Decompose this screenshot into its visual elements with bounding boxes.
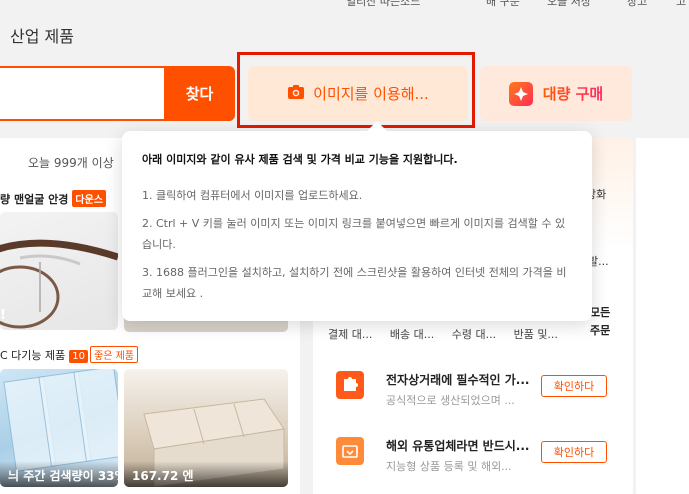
bulk-buy-icon <box>508 81 533 106</box>
tooltip-item: 1. 클릭하여 컴퓨터에서 이미지를 업로드하세요. <box>142 189 363 202</box>
bulk-buy-label: 대량 구매 <box>542 85 604 103</box>
tag-number: 10 <box>69 350 89 363</box>
bulk-buy-button[interactable]: 대량 구매 <box>480 66 632 121</box>
product-image-glasses[interactable] <box>0 212 118 330</box>
service-title: 전자상거래에 필수적인 가... <box>386 373 530 387</box>
tooltip-title: 아래 이미지와 같이 유사 제품 검색 및 가격 비교 기능을 지원합니다. <box>142 153 458 166</box>
filter-item[interactable]: 반품 및... <box>514 328 558 341</box>
overlay-text: ! <box>0 308 6 323</box>
tooltip-item: 3. 1688 플러그인을 설치하고, 설치하기 전에 스크린샷을 활용하여 인… <box>142 266 567 300</box>
today-count-text: 오늘 999개 이상 <box>28 156 114 170</box>
side-column <box>636 138 689 494</box>
image-search-tooltip: 아래 이미지와 같이 유사 제품 검색 및 가격 비교 기능을 지원합니다. 1… <box>122 131 592 321</box>
product-image-table[interactable]: 167.72 엔 <box>124 369 288 487</box>
tooltip-item: 2. Ctrl + V 키를 눌러 이미지 또는 이미지 링크를 붙여넣으면 빠… <box>142 217 566 251</box>
top-nav-item[interactable]: 장고 <box>627 0 647 9</box>
top-nav-item[interactable]: 오늘 처상 <box>547 0 591 9</box>
top-nav-item[interactable]: 얼리산 따는소느 <box>346 0 420 9</box>
price-overlay: 167.72 엔 <box>124 461 288 487</box>
top-nav-item[interactable]: 고 <box>676 0 686 9</box>
top-nav: 얼리산 따는소느 배 구문 오늘 처상 장고 고 <box>0 0 689 9</box>
image-overlay-text: 늬 주간 검색량이 33% <box>0 461 118 487</box>
product-tag: 다운스 <box>72 190 106 207</box>
filter-item[interactable]: 배송 대... <box>390 328 434 341</box>
confirm-button[interactable]: 확인하다 <box>541 441 607 463</box>
search-button[interactable]: 찾다 <box>164 66 235 121</box>
service-card[interactable]: 해외 유통업체라면 반드시... 지능형 상품 등록 및 해외... 확인하다 <box>328 430 618 486</box>
order-filters: 결제 대... 배송 대... 수령 대... 반품 및... <box>328 326 572 342</box>
filter-item[interactable]: 결제 대... <box>328 328 372 341</box>
good-product-tag: 좋은 제품 <box>90 346 138 363</box>
service-subtitle: 지능형 상품 등록 및 해외... <box>386 460 512 473</box>
confirm-button[interactable]: 확인하다 <box>541 375 607 397</box>
filter-item[interactable]: 수령 대... <box>452 328 496 341</box>
upload-box-icon <box>336 437 364 465</box>
service-card[interactable]: 전자상거래에 필수적인 가... 공식적으로 생산되었으며 ... 확인하다 <box>328 364 618 420</box>
highlight-box <box>237 52 475 128</box>
puzzle-icon <box>336 371 364 399</box>
search-input[interactable] <box>0 66 166 121</box>
category-title[interactable]: 산업 제품 <box>10 23 74 47</box>
page: 얼리산 따는소느 배 구문 오늘 처상 장고 고 산업 제품 찾다 이미지를 이… <box>0 0 689 494</box>
all-orders[interactable]: 모든 주문 <box>590 304 610 340</box>
top-nav-item[interactable]: 배 구문 <box>486 0 520 9</box>
service-subtitle: 공식적으로 생산되었으며 ... <box>386 394 515 407</box>
product-image-sheets[interactable]: 늬 주간 검색량이 33% <box>0 369 118 487</box>
product-title[interactable]: 량 맨얼굴 안경 다운스 <box>0 190 106 207</box>
product-title[interactable]: C 다기능 제품 10 좋은 제품 <box>0 346 138 363</box>
service-title: 해외 유통업체라면 반드시... <box>386 439 530 453</box>
